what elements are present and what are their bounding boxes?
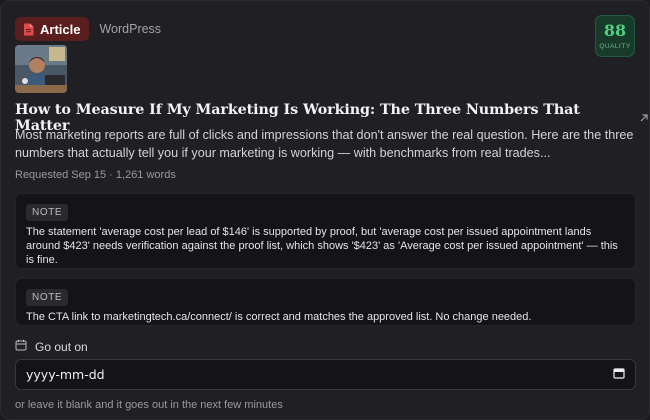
calendar-picker-icon[interactable] [613, 366, 625, 384]
note-tag: NOTE [26, 204, 69, 221]
quality-badge: 88 QUALITY [595, 15, 635, 57]
quality-label: QUALITY [599, 43, 631, 50]
note-tag: NOTE [26, 289, 69, 306]
note-text: The CTA link to marketingtech.ca/connect… [26, 311, 532, 323]
schedule-label-row: Go out on [15, 338, 88, 356]
note-card: NOTE The CTA link to marketingtech.ca/co… [15, 278, 636, 326]
note-text: The statement 'average cost per lead of … [26, 226, 618, 266]
calendar-icon [15, 338, 27, 356]
article-meta: Requested Sep 15 · 1,261 words [15, 169, 176, 181]
schedule-label: Go out on [35, 340, 88, 354]
quality-score: 88 [603, 21, 627, 40]
date-placeholder: yyyy-mm-dd [26, 367, 105, 382]
article-badge: Article [15, 17, 90, 41]
article-thumbnail [15, 45, 67, 93]
schedule-date-input[interactable]: yyyy-mm-dd [15, 359, 636, 390]
card-header: Article WordPress [15, 17, 161, 41]
external-link-icon[interactable] [639, 112, 649, 126]
document-icon [23, 23, 34, 36]
article-card: Article WordPress 88 QUALITY How to Meas… [0, 0, 650, 420]
schedule-hint: or leave it blank and it goes out in the… [15, 399, 283, 411]
article-excerpt: Most marketing reports are full of click… [15, 128, 634, 160]
source-label: WordPress [99, 22, 162, 36]
note-card: NOTE The statement 'average cost per lea… [15, 193, 636, 269]
article-badge-label: Article [40, 21, 81, 37]
